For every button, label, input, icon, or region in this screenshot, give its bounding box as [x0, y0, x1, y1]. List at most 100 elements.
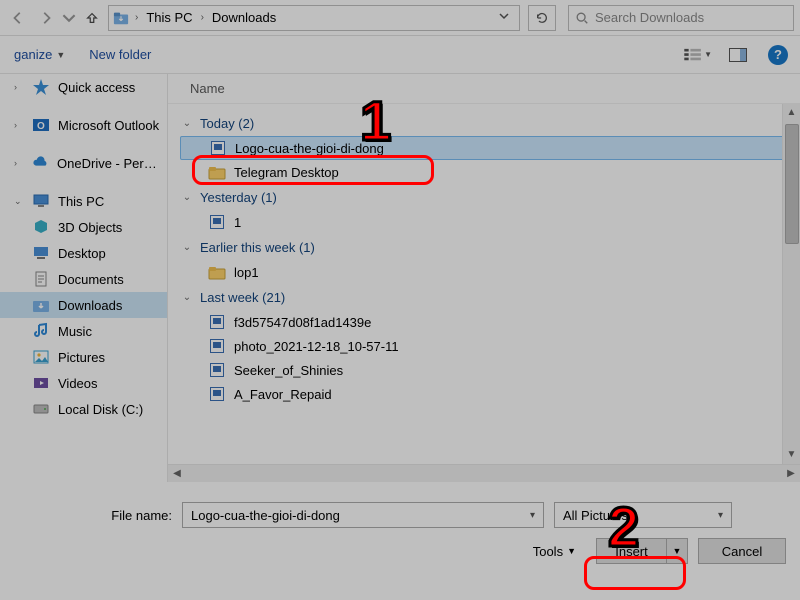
search-input[interactable]: Search Downloads — [568, 5, 794, 31]
nav-label: Documents — [58, 272, 124, 287]
file-item[interactable]: photo_2021-12-18_10-57-11 — [180, 334, 800, 358]
file-group-header[interactable]: ⌄Last week (21) — [180, 284, 800, 310]
file-item[interactable]: A_Favor_Repaid — [180, 382, 800, 406]
videos-icon — [32, 374, 50, 392]
nav-item-pictures[interactable]: Pictures — [0, 344, 167, 370]
breadcrumb-root[interactable]: This PC — [144, 10, 194, 25]
scroll-left-icon[interactable]: ◀ — [168, 468, 186, 479]
file-name: photo_2021-12-18_10-57-11 — [234, 339, 399, 354]
new-folder-button[interactable]: New folder — [83, 43, 157, 66]
image-icon — [208, 313, 226, 331]
insert-dropdown[interactable]: ▼ — [666, 538, 688, 564]
scroll-right-icon[interactable]: ▶ — [782, 468, 800, 479]
chevron-down-icon[interactable]: ▾ — [524, 510, 535, 521]
nav-item-music[interactable]: Music — [0, 318, 167, 344]
column-header-name[interactable]: Name — [168, 74, 800, 104]
nav-label: Quick access — [58, 80, 135, 95]
desktop-icon — [32, 244, 50, 262]
filename-label: File name: — [14, 508, 172, 523]
file-item[interactable]: Logo-cua-the-gioi-di-dong — [180, 136, 800, 160]
onedrive-icon — [32, 154, 49, 172]
forward-button[interactable] — [34, 6, 58, 30]
nav-label: Desktop — [58, 246, 106, 261]
nav-label: Downloads — [58, 298, 122, 313]
vertical-scrollbar[interactable]: ▲ ▼ — [782, 104, 800, 464]
3d-icon — [32, 218, 50, 236]
nav-item-quick[interactable]: › Quick access — [0, 74, 167, 100]
chevron-down-icon: ▼ — [56, 50, 65, 60]
file-name: 1 — [234, 215, 241, 230]
nav-label: Music — [58, 324, 92, 339]
expand-glyph[interactable]: ⌄ — [14, 196, 24, 207]
file-item[interactable]: Seeker_of_Shinies — [180, 358, 800, 382]
thispc-icon — [32, 192, 50, 210]
chevron-down-icon: ▼ — [673, 546, 682, 556]
folder-icon — [208, 263, 226, 281]
nav-label: Videos — [58, 376, 98, 391]
image-icon — [208, 337, 226, 355]
nav-item-outlook[interactable]: ›OMicrosoft Outlook — [0, 112, 167, 138]
recent-dropdown[interactable] — [62, 6, 76, 30]
search-icon — [575, 11, 589, 25]
file-name: Logo-cua-the-gioi-di-dong — [235, 141, 384, 156]
scroll-thumb[interactable] — [785, 124, 799, 244]
insert-split-button[interactable]: Insert ▼ — [596, 538, 688, 564]
expand-glyph[interactable]: › — [14, 158, 24, 168]
file-item[interactable]: 1 — [180, 210, 800, 234]
file-name: Seeker_of_Shinies — [234, 363, 343, 378]
scroll-down-icon[interactable]: ▼ — [783, 446, 800, 464]
address-dropdown-icon[interactable] — [493, 11, 515, 24]
file-group-header[interactable]: ⌄Yesterday (1) — [180, 184, 800, 210]
preview-pane-button[interactable] — [724, 43, 752, 67]
nav-label: Pictures — [58, 350, 105, 365]
navigation-pane: ›Quick access›OMicrosoft Outlook›OneDriv… — [0, 74, 168, 482]
file-name: A_Favor_Repaid — [234, 387, 332, 402]
scroll-up-icon[interactable]: ▲ — [783, 104, 800, 122]
file-group-header[interactable]: ⌄ Today (2) — [180, 110, 800, 136]
horizontal-scrollbar[interactable]: ◀ ▶ — [168, 464, 800, 482]
breadcrumb[interactable]: › This PC › Downloads — [108, 5, 520, 31]
nav-item-documents[interactable]: Documents — [0, 266, 167, 292]
tools-menu[interactable]: Tools ▼ — [533, 544, 576, 559]
file-list[interactable]: ⌄ Today (2) Logo-cua-the-gioi-di-dong Teleg… — [168, 104, 800, 464]
chevron-down-icon[interactable]: ▾ — [712, 510, 723, 521]
nav-item-downloads[interactable]: Downloads — [0, 292, 167, 318]
nav-item-3d[interactable]: 3D Objects — [0, 214, 167, 240]
view-layout-button[interactable]: ▼ — [684, 43, 712, 67]
chevron-right-icon: › — [199, 12, 206, 23]
image-icon — [208, 361, 226, 379]
svg-text:O: O — [37, 121, 45, 132]
file-item[interactable]: lop1 — [180, 260, 800, 284]
group-title: Earlier this week (1) — [200, 240, 315, 255]
nav-item-desktop[interactable]: Desktop — [0, 240, 167, 266]
organize-menu[interactable]: ganize ▼ — [8, 43, 71, 66]
file-filter-combo[interactable]: All Pictures ▾ — [554, 502, 732, 528]
group-title: Yesterday (1) — [200, 190, 277, 205]
breadcrumb-folder[interactable]: Downloads — [210, 10, 278, 25]
expand-glyph[interactable]: › — [14, 82, 24, 92]
downloads-icon — [32, 296, 50, 314]
nav-label: 3D Objects — [58, 220, 122, 235]
up-button[interactable] — [80, 6, 104, 30]
cancel-button[interactable]: Cancel — [698, 538, 786, 564]
main-area: ›Quick access›OMicrosoft Outlook›OneDriv… — [0, 74, 800, 482]
nav-item-onedrive[interactable]: ›OneDrive - Person — [0, 150, 167, 176]
help-button[interactable]: ? — [764, 43, 792, 67]
nav-item-videos[interactable]: Videos — [0, 370, 167, 396]
file-name: Telegram Desktop — [234, 165, 339, 180]
folder-icon — [208, 163, 226, 181]
refresh-button[interactable] — [528, 5, 556, 31]
file-group-header[interactable]: ⌄Earlier this week (1) — [180, 234, 800, 260]
content-pane: Name ⌄ Today (2) Logo-cua-the-gioi-di-dong… — [168, 74, 800, 482]
back-button[interactable] — [6, 6, 30, 30]
expand-glyph[interactable]: › — [14, 120, 24, 130]
image-icon — [208, 385, 226, 403]
insert-button[interactable]: Insert — [596, 538, 666, 564]
file-item[interactable]: Telegram Desktop — [180, 160, 800, 184]
filename-input[interactable]: Logo-cua-the-gioi-di-dong ▾ — [182, 502, 544, 528]
nav-item-disk[interactable]: Local Disk (C:) — [0, 396, 167, 422]
chevron-down-icon: ⌄ — [180, 118, 194, 129]
file-item[interactable]: f3d57547d08f1ad1439e — [180, 310, 800, 334]
nav-item-thispc[interactable]: ⌄This PC — [0, 188, 167, 214]
group-title: Today (2) — [200, 116, 254, 131]
